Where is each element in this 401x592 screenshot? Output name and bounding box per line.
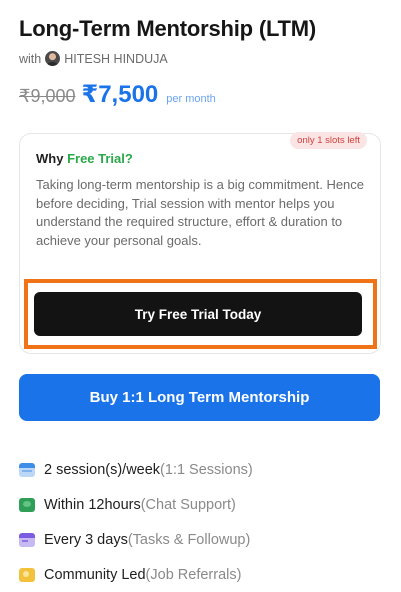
- mentor-prefix: with: [19, 51, 42, 66]
- feature-item: Community Led (Job Referrals): [19, 557, 253, 592]
- feature-sub: (Chat Support): [140, 496, 236, 513]
- feature-main: Within 12hours: [44, 496, 141, 513]
- slots-left-badge: only 1 slots left: [290, 132, 367, 149]
- feature-sub: (1:1 Sessions): [160, 461, 253, 478]
- feature-sub: (Tasks & Followup): [127, 531, 251, 548]
- feature-sub: (Job Referrals): [145, 566, 242, 583]
- feature-item: 2 session(s)/week (1:1 Sessions): [19, 452, 253, 487]
- new-price: ₹7,500: [81, 81, 159, 108]
- feature-main: 2 session(s)/week: [44, 461, 161, 478]
- chat-icon: [19, 497, 35, 512]
- old-price: ₹9,000: [19, 86, 76, 106]
- why-prefix: Why: [36, 151, 64, 166]
- mentor-name: HITESH HINDUJA: [64, 51, 168, 66]
- calendar-icon: [19, 462, 35, 477]
- features-list: 2 session(s)/week (1:1 Sessions) Within …: [19, 452, 253, 592]
- trial-description: Taking long-term mentorship is a big com…: [36, 177, 365, 248]
- price-period: per month: [166, 93, 216, 105]
- tasks-icon: [19, 532, 35, 547]
- buy-mentorship-button[interactable]: Buy 1:1 Long Term Mentorship: [19, 374, 380, 421]
- feature-item: Every 3 days (Tasks & Followup): [19, 522, 253, 557]
- why-free-trial-heading: Why Free Trial?: [36, 151, 133, 166]
- avatar: [45, 51, 61, 66]
- feature-main: Community Led: [44, 566, 146, 583]
- try-free-trial-button[interactable]: Try Free Trial Today: [34, 292, 362, 336]
- feature-main: Every 3 days: [44, 531, 128, 548]
- feature-item: Within 12hours (Chat Support): [19, 487, 253, 522]
- free-trial-accent: Free Trial?: [67, 151, 133, 166]
- community-icon: [19, 567, 35, 582]
- price-row: ₹9,000 ₹7,500 per month: [19, 80, 216, 109]
- page-title: Long-Term Mentorship (LTM): [19, 16, 317, 41]
- mentor-line: with HITESH HINDUJA: [19, 51, 168, 66]
